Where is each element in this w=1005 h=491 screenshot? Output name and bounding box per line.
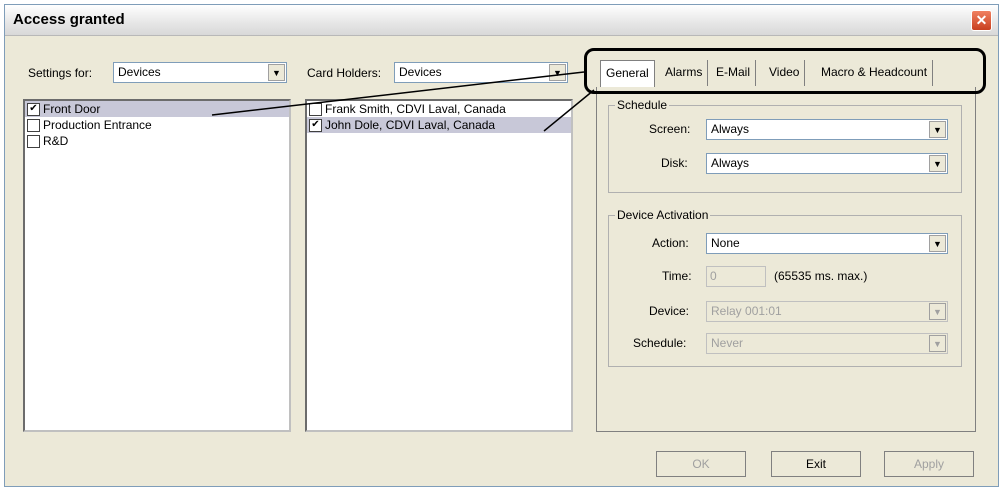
annotation-line-devices <box>211 71 585 116</box>
annotation-lines <box>211 71 595 132</box>
annotation-line-cardholders <box>543 89 595 132</box>
